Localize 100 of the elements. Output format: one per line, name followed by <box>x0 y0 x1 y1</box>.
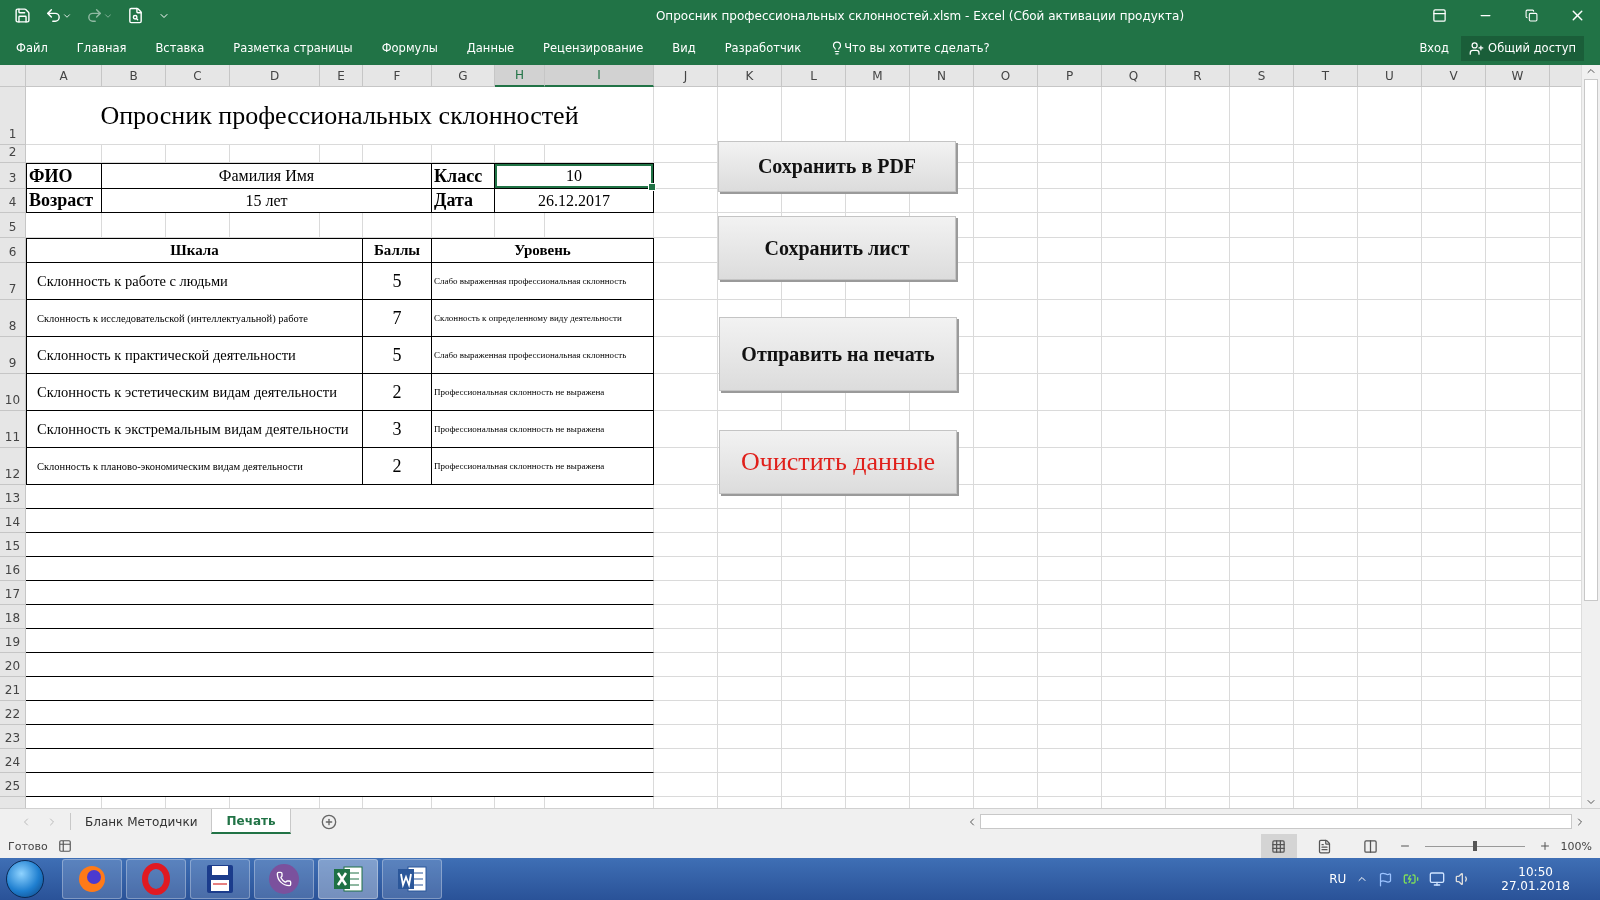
ribbon-tab[interactable]: Данные <box>466 41 515 55</box>
ribbon-tab[interactable]: Рецензирование <box>543 41 644 55</box>
column-header[interactable]: H <box>495 65 545 87</box>
macro-button[interactable]: Сохранить в PDF <box>718 141 956 192</box>
tell-me-field[interactable]: Что вы хотите сделать? <box>844 41 990 55</box>
row-number[interactable]: 12 <box>0 448 26 485</box>
column-header[interactable]: A <box>26 65 102 87</box>
column-header[interactable]: O <box>974 65 1038 87</box>
row-number[interactable]: 14 <box>0 509 26 533</box>
ribbon-tab[interactable]: Формулы <box>381 41 438 55</box>
undo-icon[interactable] <box>45 7 72 24</box>
zoom-in-icon[interactable] <box>1538 840 1551 852</box>
column-header[interactable]: K <box>718 65 782 87</box>
column-header[interactable]: G <box>432 65 495 87</box>
page-icon <box>1317 838 1333 854</box>
row-number[interactable]: 17 <box>0 581 26 605</box>
column-header[interactable]: J <box>654 65 718 87</box>
column-header[interactable]: N <box>910 65 974 87</box>
row-number[interactable]: 18 <box>0 605 26 629</box>
row-number[interactable]: 7 <box>0 263 26 300</box>
scrollbar-thumb[interactable] <box>1584 79 1598 601</box>
field-label: Дата <box>432 189 495 213</box>
row-number[interactable]: 2 <box>0 145 26 163</box>
row-number[interactable]: 21 <box>0 677 26 701</box>
row-number[interactable]: 3 <box>0 163 26 189</box>
column-header[interactable]: V <box>1422 65 1486 87</box>
row-number[interactable]: 11 <box>0 411 26 448</box>
row-number[interactable]: 4 <box>0 189 26 213</box>
phone-bubble-icon <box>269 864 299 894</box>
column-header[interactable]: D <box>230 65 320 87</box>
column-header[interactable]: Q <box>1102 65 1166 87</box>
column-header[interactable]: P <box>1038 65 1102 87</box>
ribbon-tab[interactable]: Разметка страницы <box>233 41 353 55</box>
zoom-slider-thumb[interactable] <box>1472 841 1477 851</box>
redo-icon[interactable] <box>86 7 113 24</box>
save-icon[interactable] <box>14 7 31 24</box>
clock-date[interactable]: 27.01.2018 <box>1501 879 1570 893</box>
row-number[interactable]: 10 <box>0 374 26 411</box>
row-number[interactable]: 16 <box>0 557 26 581</box>
column-header[interactable]: B <box>102 65 166 87</box>
print-preview-icon[interactable] <box>127 7 144 24</box>
row-number[interactable]: 25 <box>0 773 26 797</box>
battery-icon[interactable] <box>1403 871 1420 887</box>
ribbon-tab[interactable]: Разработчик <box>724 41 802 55</box>
ribbon-tab[interactable]: Главная <box>76 41 127 55</box>
table-cell: Склонность к работе с людьми <box>26 263 363 300</box>
row-number[interactable]: 22 <box>0 701 26 725</box>
macro-button[interactable]: Очистить данные <box>719 430 957 494</box>
column-header[interactable]: L <box>782 65 846 87</box>
column-header[interactable]: U <box>1358 65 1422 87</box>
row-number[interactable]: 9 <box>0 337 26 374</box>
language-indicator[interactable]: RU <box>1329 872 1347 886</box>
column-header[interactable]: T <box>1294 65 1358 87</box>
column-header[interactable]: M <box>846 65 910 87</box>
flag-icon[interactable] <box>1378 871 1394 887</box>
column-header[interactable]: R <box>1166 65 1230 87</box>
zoom-level[interactable]: 100% <box>1560 839 1592 853</box>
row-number[interactable]: 1 <box>0 87 26 145</box>
ribbon-tab[interactable]: Вставка <box>155 41 205 55</box>
scrollbar-thumb[interactable] <box>980 814 1572 829</box>
sign-in-link[interactable]: Вход <box>1419 41 1450 55</box>
column-header[interactable]: S <box>1230 65 1294 87</box>
column-header[interactable]: I <box>545 65 654 87</box>
column-header[interactable]: C <box>166 65 230 87</box>
row-number[interactable]: 8 <box>0 300 26 337</box>
start-button[interactable] <box>6 860 44 898</box>
taskbar-app[interactable] <box>318 859 378 899</box>
row-number[interactable]: 24 <box>0 749 26 773</box>
row-number[interactable]: 15 <box>0 533 26 557</box>
column-header[interactable]: W <box>1486 65 1550 87</box>
ring-icon <box>139 863 173 895</box>
table-cell: Профессиональная склонность не выражена <box>432 374 654 411</box>
table-cell: 5 <box>363 263 432 300</box>
field-label: Возраст <box>26 189 102 213</box>
ribbon-tab[interactable]: Вид <box>672 41 696 55</box>
status-text: Готово <box>8 839 48 853</box>
row-number[interactable]: 19 <box>0 629 26 653</box>
taskbar-app[interactable] <box>382 859 442 899</box>
macro-record-icon[interactable] <box>57 839 72 853</box>
macro-button[interactable]: Сохранить лист <box>718 216 956 280</box>
row-number[interactable]: 23 <box>0 725 26 749</box>
table-cell: Склонность к практической деятельности <box>26 337 363 374</box>
row-number[interactable]: 6 <box>0 238 26 263</box>
ribbon-tab[interactable]: Файл <box>16 41 48 55</box>
macro-button[interactable]: Отправить на печать <box>719 317 957 391</box>
row-number[interactable]: 5 <box>0 213 26 238</box>
window-title: Опросник профессиональных склонностей.xlsm - Excel (Сбой активации продукта) <box>654 8 1186 23</box>
table-cell: Профессиональная склонность не выражена <box>432 411 654 448</box>
row-number[interactable]: 13 <box>0 485 26 509</box>
row-number[interactable]: 20 <box>0 653 26 677</box>
column-header[interactable]: F <box>363 65 432 87</box>
share-button[interactable]: Общий доступ <box>1461 35 1584 61</box>
sheet-tab[interactable]: Печать <box>211 809 291 834</box>
sheet-tab[interactable]: Бланк Методички <box>71 809 212 834</box>
taskbar-app[interactable] <box>190 859 250 899</box>
view-button[interactable] <box>1260 834 1297 858</box>
network-icon[interactable] <box>1429 871 1446 887</box>
clock-time[interactable]: 10:50 <box>1518 865 1553 879</box>
table-cell: Профессиональная склонность не выражена <box>432 448 654 485</box>
column-header[interactable]: E <box>320 65 363 87</box>
